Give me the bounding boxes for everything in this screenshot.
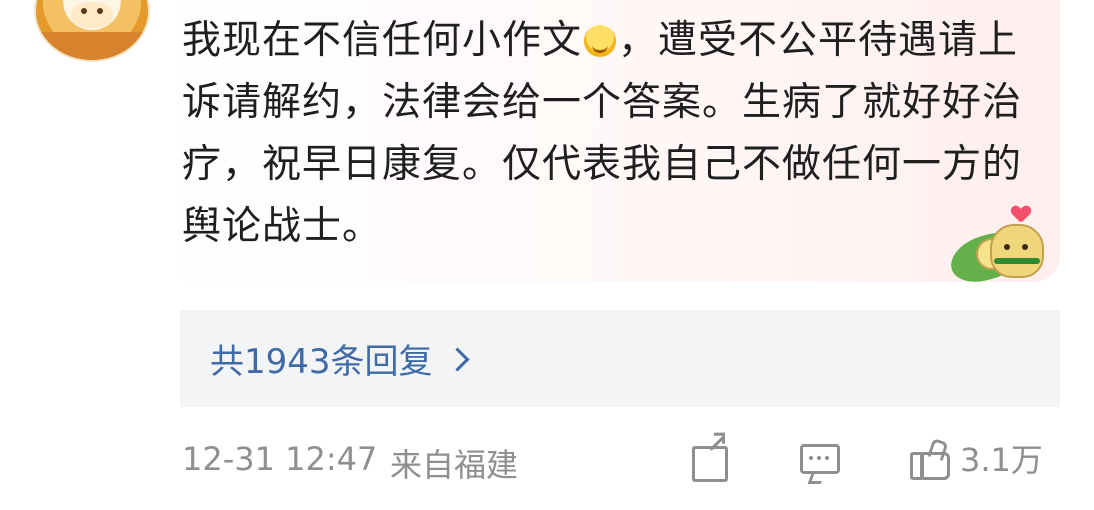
like-count: 3.1万: [960, 441, 1043, 479]
chevron-right-icon: [445, 347, 470, 372]
share-icon: [692, 446, 728, 482]
replies-box: 共1943条回复: [180, 310, 1060, 407]
view-replies-link[interactable]: 共1943条回复: [210, 334, 470, 383]
avatar[interactable]: [34, 0, 150, 62]
avatar-band: [36, 32, 148, 60]
laughing-with-tears-emoji-icon: [584, 25, 617, 57]
timestamp: 12-31 12:47: [182, 440, 378, 478]
avatar-face: [71, 2, 113, 28]
zongzi-icon: [990, 224, 1044, 278]
like-button[interactable]: 3.1万: [908, 437, 1043, 480]
location-text: 来自福建: [390, 446, 519, 484]
share-button[interactable]: [690, 436, 730, 482]
thumbs-up-icon: [908, 437, 950, 480]
comment-text-part1: 我现在不信任何小作文: [182, 18, 583, 63]
comment-meta: 12-31 12:47 来自福建 3.1万: [182, 430, 1062, 486]
comment-dots-icon: [809, 456, 813, 460]
zongzi-sticker-icon: [945, 206, 1080, 289]
rope-icon: [994, 258, 1040, 264]
avatar-eyes: [81, 8, 103, 14]
replies-label: 共1943条回复: [210, 342, 433, 382]
heart-icon: [1012, 206, 1030, 222]
comment-icon: [800, 444, 840, 474]
comment-text: 我现在不信任何小作文 ，遭受不公平待遇请上诉请解约，法律会给一个答案。生病了就好好…: [182, 10, 1042, 258]
comment-button[interactable]: [800, 438, 840, 484]
